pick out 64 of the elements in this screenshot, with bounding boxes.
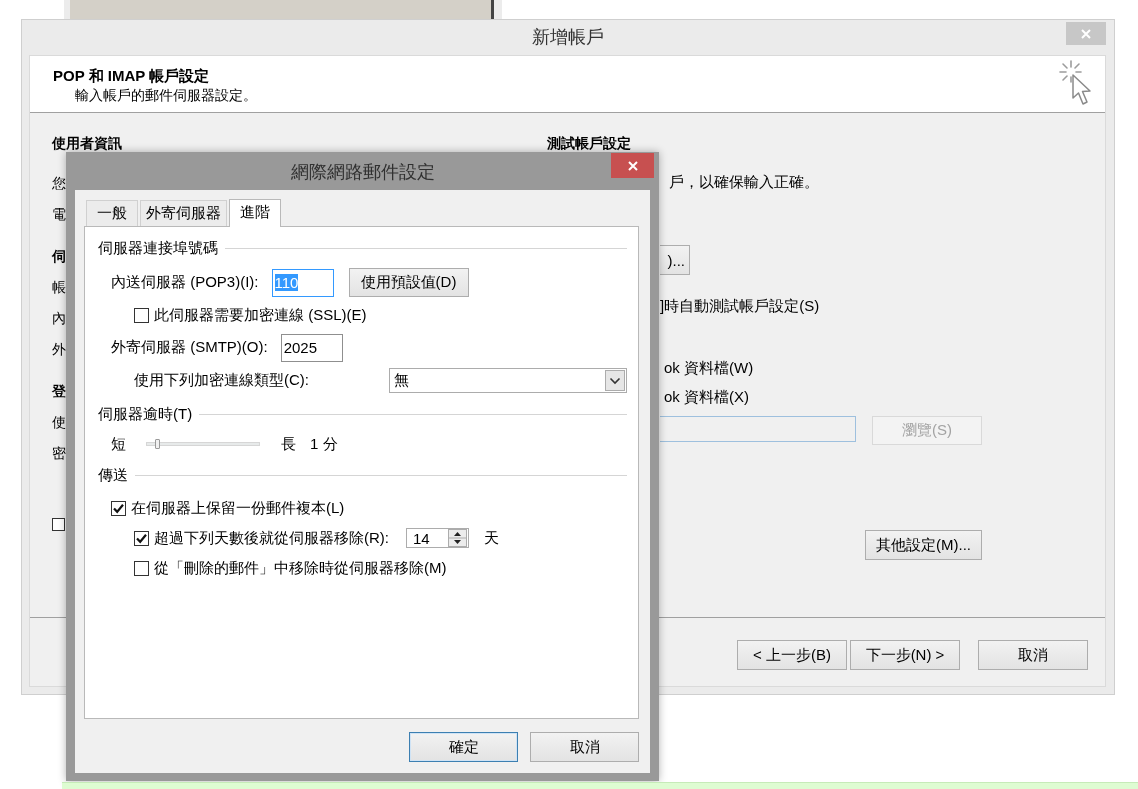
- test-button[interactable]: )...: [660, 245, 690, 275]
- field-label: 使用下列加密連線類型(C):: [134, 370, 309, 390]
- tab[interactable]: 一般: [86, 200, 138, 226]
- path-field[interactable]: [660, 416, 856, 442]
- chevron-down-icon[interactable]: [605, 369, 625, 391]
- checkbox[interactable]: [134, 530, 149, 546]
- option-label: ok 資料檔(W): [664, 360, 754, 376]
- field-label: 內送伺服器 (POP3)(I):: [111, 273, 259, 292]
- field-label: 您: [52, 175, 66, 191]
- checkbox-label: 此伺服器需要加密連線 (SSL)(E): [154, 305, 367, 325]
- section-heading: 使用者資訊: [52, 135, 122, 151]
- slider-thumb[interactable]: [155, 439, 161, 449]
- encryption-dropdown[interactable]: 無: [389, 367, 627, 393]
- slider-min-label: 短: [111, 434, 126, 454]
- tab[interactable]: 外寄伺服器: [140, 200, 227, 226]
- field-label: 密: [52, 445, 66, 461]
- group-title: 伺服器連接埠號碼: [98, 238, 218, 258]
- field-label: 帳: [52, 279, 66, 295]
- section-heading: 伺: [52, 248, 66, 264]
- close-button[interactable]: [611, 153, 654, 178]
- field-label: 外: [52, 341, 66, 357]
- more-settings-button[interactable]: 其他設定(M)...: [865, 530, 982, 560]
- close-icon: [627, 160, 638, 171]
- slider-max-label: 長: [281, 434, 296, 454]
- field-label: 外寄伺服器 (SMTP)(O):: [111, 338, 268, 357]
- checkbox-label: ]時自動測試帳戶設定(S): [660, 298, 820, 314]
- checkmark-icon: [136, 532, 147, 544]
- checkbox-label: 從「刪除的郵件」中移除時從伺服器移除(M): [154, 558, 447, 578]
- field-label: 使: [52, 414, 66, 430]
- selected-text: 110: [274, 274, 299, 291]
- field-label: 內: [52, 310, 66, 326]
- slider-track[interactable]: [146, 442, 260, 446]
- group-title: 伺服器逾時(T): [98, 404, 193, 424]
- checkbox[interactable]: [52, 518, 65, 531]
- default-button[interactable]: 使用預設值(D): [348, 268, 469, 297]
- header-title: POP 和 IMAP 帳戶設定: [53, 67, 210, 85]
- header-subtitle: 輸入帳戶的郵件伺服器設定。: [75, 86, 257, 104]
- ok-button[interactable]: 確定: [409, 732, 518, 762]
- timeout-reading: 1 分: [310, 434, 338, 454]
- unit-label: 天: [484, 528, 499, 548]
- window-title: 網際網路郵件設定: [290, 161, 435, 184]
- section-heading: 登: [52, 383, 66, 399]
- spin-arrows-icon[interactable]: [448, 529, 467, 547]
- field-label: 電: [52, 206, 66, 222]
- wizard-button[interactable]: 下一步(N) >: [850, 640, 960, 670]
- checkbox-label: 在伺服器上保留一份郵件複本(L): [131, 498, 345, 518]
- option-label: ok 資料檔(X): [664, 389, 749, 405]
- wizard-button[interactable]: < 上一步(B): [737, 640, 847, 670]
- cursor-sparkle-icon: [1059, 60, 1093, 108]
- close-icon: [1081, 28, 1091, 39]
- description-text: 戶，以確保輸入正確。: [669, 174, 819, 190]
- checkmark-icon: [113, 502, 124, 514]
- checkbox[interactable]: [111, 500, 126, 516]
- checkbox[interactable]: [134, 560, 149, 576]
- window-title: 新增帳戶: [532, 26, 604, 49]
- section-heading: 測試帳戶設定: [547, 135, 631, 151]
- tab[interactable]: 進階: [229, 199, 281, 227]
- checkbox[interactable]: [134, 307, 149, 323]
- checkbox-label: 超過下列天數後就從伺服器移除(R):: [154, 528, 389, 548]
- cancel-button[interactable]: 取消: [530, 732, 639, 762]
- port-field[interactable]: 2025: [280, 333, 343, 362]
- days-spinbox[interactable]: 14: [406, 528, 469, 548]
- group-title: 傳送: [98, 465, 128, 485]
- wizard-button[interactable]: 取消: [978, 640, 1088, 670]
